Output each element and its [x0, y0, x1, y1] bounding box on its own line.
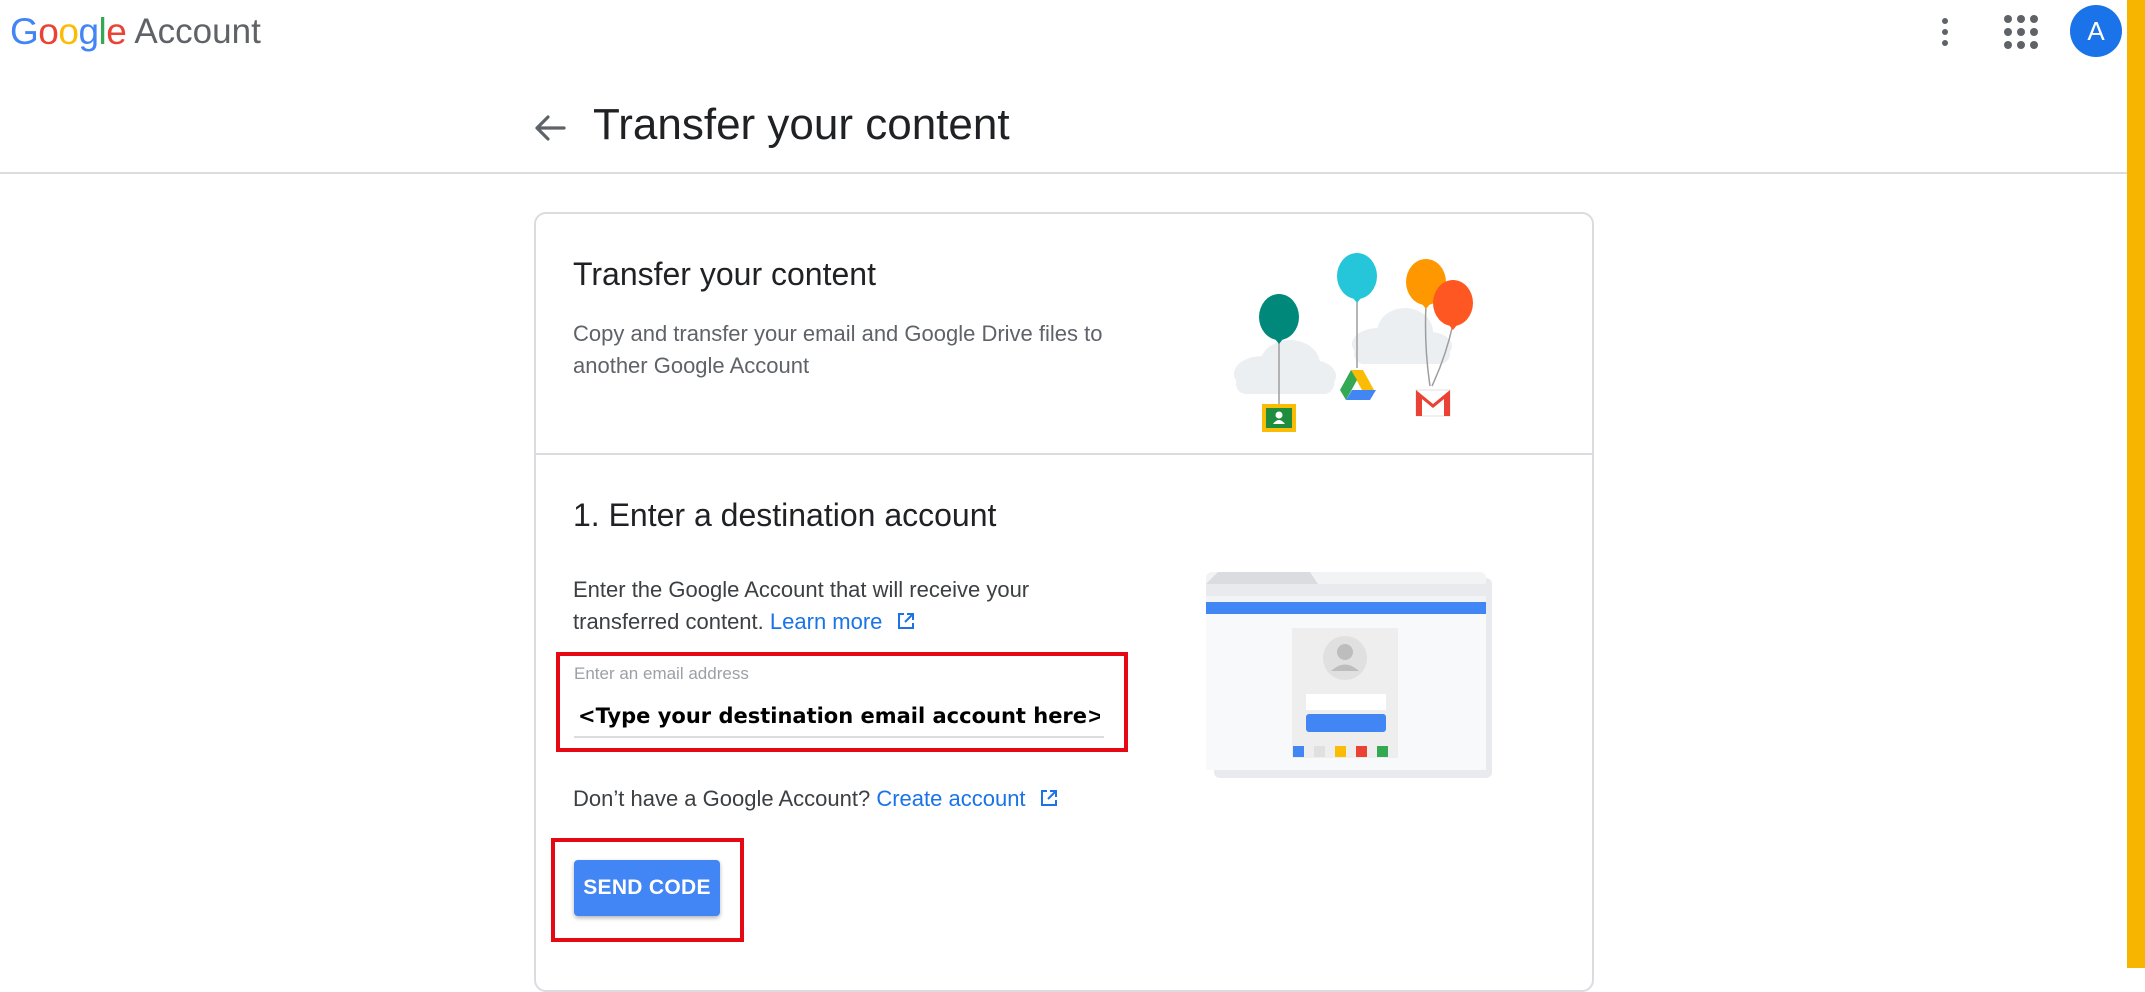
browser-account-illustration — [1200, 570, 1500, 780]
email-field[interactable] — [574, 696, 1104, 738]
apps-grid-icon[interactable] — [2003, 14, 2039, 50]
google-account-logo[interactable]: Google Account — [10, 10, 261, 54]
create-account-link[interactable]: Create account — [876, 786, 1025, 811]
account-wordmark: Account — [134, 12, 261, 51]
open-in-new-icon[interactable] — [1040, 787, 1058, 813]
learn-more-link[interactable]: Learn more — [770, 609, 883, 634]
avatar[interactable]: A — [2070, 5, 2122, 57]
intro-title: Transfer your content — [573, 256, 876, 292]
no-account-line: Don’t have a Google Account? Create acco… — [573, 786, 1058, 813]
balloons-illustration — [1220, 246, 1480, 436]
step1-title: 1. Enter a destination account — [573, 497, 997, 533]
no-account-text: Don’t have a Google Account? — [573, 786, 871, 811]
send-code-button[interactable]: SEND CODE — [574, 860, 720, 916]
google-wordmark: Google — [10, 11, 127, 52]
section-divider — [536, 453, 1592, 455]
page-title: Transfer your content — [593, 100, 1010, 149]
intro-description: Copy and transfer your email and Google … — [573, 321, 1103, 378]
open-in-new-icon[interactable] — [897, 607, 915, 639]
side-accent-bar — [2127, 0, 2145, 968]
header-divider — [0, 172, 2127, 174]
email-field-label: Enter an email address — [574, 664, 749, 683]
more-vert-icon[interactable] — [1930, 12, 1960, 52]
step1-description: Enter the Google Account that will recei… — [573, 574, 1133, 639]
arrow-back-icon[interactable] — [530, 108, 570, 148]
